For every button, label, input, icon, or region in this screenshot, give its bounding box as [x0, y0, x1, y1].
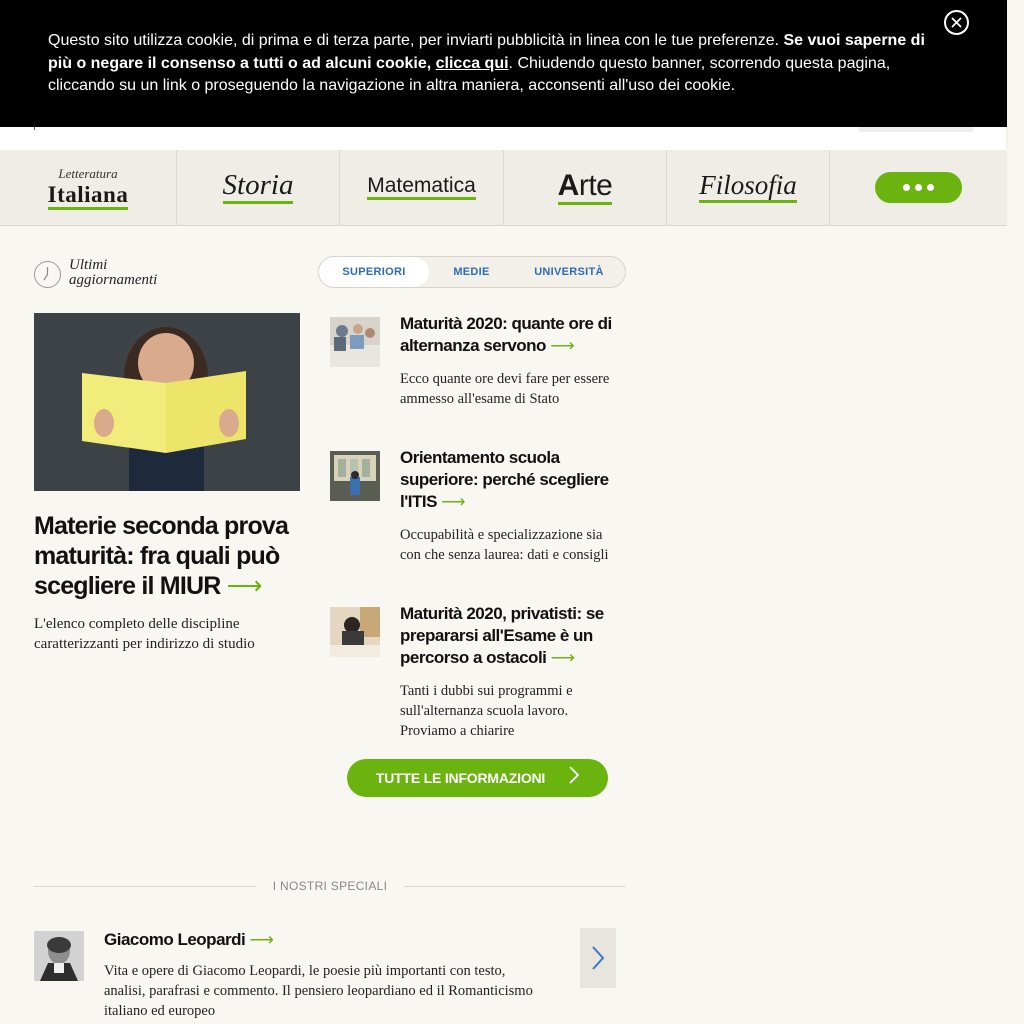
special-title-text: Giacomo Leopardi	[104, 930, 246, 949]
chevron-right-icon	[569, 766, 580, 790]
nav-arte-label: Arte	[557, 168, 613, 205]
article-thumbnail[interactable]	[330, 607, 380, 657]
latest-updates-label: Ultimi aggiornamenti	[69, 257, 158, 288]
nav-matematica-label: Matematica	[367, 175, 476, 200]
list-item: Orientamento scuola superiore: perché sc…	[330, 447, 626, 587]
article-title-text: Orientamento scuola superiore: perché sc…	[400, 448, 609, 511]
special-desc: Vita e opere di Giacomo Leopardi, le poe…	[104, 963, 533, 1019]
arrow-icon: ⟶	[550, 336, 575, 355]
clock-icon	[34, 261, 61, 288]
list-item: Maturità 2020: quante ore di alternanza …	[330, 313, 626, 433]
nav-more	[830, 150, 1007, 225]
all-info-label: TUTTE LE INFORMAZIONI	[375, 770, 546, 786]
nav-storia-label: Storia	[222, 171, 294, 204]
nav-letteratura-small: Letteratura	[58, 165, 118, 181]
tab-universita[interactable]: UNIVERSITÀ	[514, 257, 624, 287]
specials-heading: I NOSTRI SPECIALI	[256, 879, 404, 893]
close-icon	[951, 17, 962, 28]
specials-next-button[interactable]	[580, 928, 616, 988]
nav-filosofia-label: Filosofia	[699, 172, 797, 203]
level-tabs: SUPERIORI MEDIE UNIVERSITÀ	[318, 256, 626, 288]
nav-letteratura-label: Italiana	[47, 183, 129, 210]
more-dots-icon	[903, 184, 934, 191]
chevron-right-icon	[592, 946, 605, 970]
tab-superiori[interactable]: SUPERIORI	[319, 257, 429, 287]
nav-matematica[interactable]: Matematica	[340, 150, 504, 225]
nav-filosofia[interactable]: Filosofia	[667, 150, 830, 225]
latest-updates-header: Ultimi aggiornamenti	[34, 258, 189, 288]
main-article-desc: L'elenco completo delle discipline carat…	[34, 616, 255, 652]
all-info-button[interactable]: TUTTE LE INFORMAZIONI	[347, 759, 608, 797]
arrow-icon: ⟶	[441, 492, 466, 511]
tab-medie[interactable]: MEDIE	[429, 257, 514, 287]
arrow-icon: ⟶	[249, 930, 274, 949]
arrow-icon: ⟶	[226, 572, 263, 600]
more-button[interactable]	[875, 172, 962, 203]
cookie-link[interactable]: clicca qui	[436, 55, 509, 72]
cookie-close-button[interactable]	[944, 10, 969, 35]
article-desc: Tanti i dubbi sui programmi e sull'alter…	[400, 683, 573, 739]
nav-arte-rest: rte	[578, 168, 613, 202]
article-desc: Occupabilità e specializzazione sia con …	[400, 527, 609, 563]
special-thumbnail[interactable]	[34, 931, 84, 981]
article-title[interactable]: Maturità 2020, privatisti: se prepararsi…	[400, 603, 626, 669]
subject-nav: Letteratura Italiana Storia Matematica A…	[0, 150, 1007, 226]
article-desc: Ecco quante ore devi fare per essere amm…	[400, 371, 610, 407]
main-article-image[interactable]	[34, 313, 300, 491]
main-article-title[interactable]: Materie seconda prova maturità: fra qual…	[34, 511, 304, 601]
nav-arte-initial: A	[557, 168, 580, 202]
article-thumbnail[interactable]	[330, 451, 380, 501]
nav-arte[interactable]: Arte	[504, 150, 667, 225]
cookie-banner: Questo sito utilizza cookie, di prima e …	[0, 0, 1007, 127]
article-title-text: Maturità 2020: quante ore di alternanza …	[400, 314, 612, 355]
cookie-text: Questo sito utilizza cookie, di prima e …	[48, 30, 928, 98]
list-item: Maturità 2020, privatisti: se prepararsi…	[330, 603, 626, 743]
special-title[interactable]: Giacomo Leopardi ⟶	[104, 929, 274, 951]
nav-storia[interactable]: Storia	[177, 150, 340, 225]
article-thumbnail[interactable]	[330, 317, 380, 367]
article-title[interactable]: Orientamento scuola superiore: perché sc…	[400, 447, 626, 513]
nav-letteratura-italiana[interactable]: Letteratura Italiana	[0, 150, 177, 225]
cookie-text-intro: Questo sito utilizza cookie, di prima e …	[48, 32, 784, 49]
article-title[interactable]: Maturità 2020: quante ore di alternanza …	[400, 313, 626, 357]
arrow-icon: ⟶	[550, 648, 575, 667]
